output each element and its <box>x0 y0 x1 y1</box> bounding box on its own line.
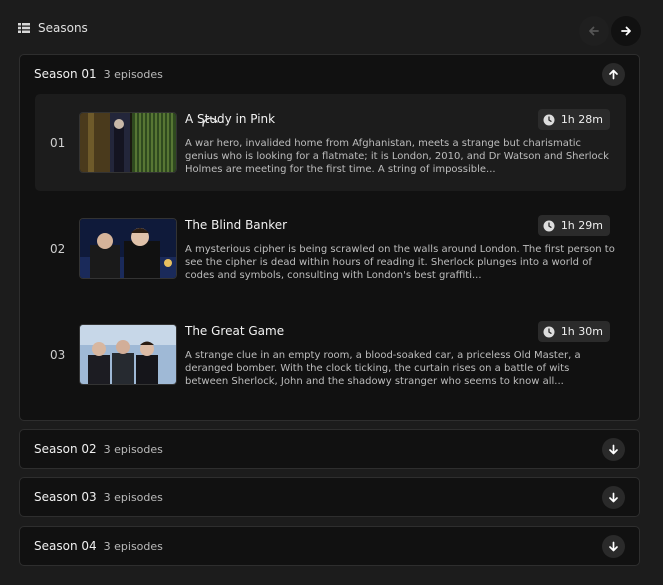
expand-season-button[interactable] <box>602 486 625 509</box>
season-header[interactable]: Season 02 3 episodes <box>34 430 163 468</box>
seasons-title: Seasons <box>38 21 88 35</box>
clock-icon <box>543 114 555 125</box>
episode-title: The Blind Banker <box>185 218 288 232</box>
expand-season-button[interactable] <box>602 535 625 558</box>
season-title: Season 03 <box>34 490 97 504</box>
episode-count: 3 episodes <box>103 442 163 456</box>
expand-season-button[interactable] <box>602 438 625 461</box>
seasons-header: Seasons <box>18 16 643 46</box>
episode-thumbnail <box>79 112 177 173</box>
arrow-up-icon <box>609 69 618 80</box>
episode-description: A war hero, invalided home from Afghanis… <box>185 138 609 175</box>
duration-text: 1h 29m <box>560 219 603 232</box>
grid-list-icon <box>18 23 30 33</box>
duration-badge: 1h 30m <box>537 321 610 342</box>
episode-number: 02 <box>50 241 66 256</box>
episode-count: 3 episodes <box>103 67 163 81</box>
season-title: Season 01 <box>34 67 97 81</box>
next-button[interactable] <box>611 16 641 46</box>
collapse-season-button[interactable] <box>602 63 625 86</box>
duration-text: 1h 30m <box>560 325 603 338</box>
duration-text: 1h 28m <box>560 113 603 126</box>
arrow-down-icon <box>609 492 618 503</box>
episode-description: A mysterious cipher is being scrawled on… <box>185 244 615 281</box>
seasons-heading: Seasons <box>18 21 88 35</box>
episode-count: 3 episodes <box>103 539 163 553</box>
episode-count: 3 episodes <box>103 490 163 504</box>
season-04-panel[interactable]: Season 04 3 episodes <box>19 526 640 566</box>
episode-row[interactable]: 02 The Blind Banker 1h 29m A mysterious … <box>35 200 626 297</box>
duration-badge: 1h 29m <box>537 215 610 236</box>
seasons-panel: Seasons Season 01 3 episodes 01 A Study … <box>0 0 663 585</box>
episode-thumbnail <box>79 324 177 385</box>
arrow-right-icon <box>621 26 631 36</box>
episode-title: A Study in Pink <box>185 112 276 126</box>
season-header[interactable]: Season 01 3 episodes <box>34 55 163 93</box>
duration-badge: 1h 28m <box>537 109 610 130</box>
loading-spinner-icon <box>202 117 218 127</box>
season-title: Season 04 <box>34 539 97 553</box>
episode-number: 03 <box>50 347 66 362</box>
arrow-down-icon <box>609 444 618 455</box>
arrow-left-icon <box>589 26 599 36</box>
season-02-panel[interactable]: Season 02 3 episodes <box>19 429 640 469</box>
episode-thumbnail <box>79 218 177 279</box>
season-01-panel: Season 01 3 episodes 01 A Study in Pink … <box>19 54 640 421</box>
season-header[interactable]: Season 03 3 episodes <box>34 478 163 516</box>
season-header[interactable]: Season 04 3 episodes <box>34 527 163 565</box>
episode-row[interactable]: 01 A Study in Pink 1h 28m A war hero, in… <box>35 94 626 191</box>
episode-title: The Great Game <box>185 324 285 338</box>
season-title: Season 02 <box>34 442 97 456</box>
season-03-panel[interactable]: Season 03 3 episodes <box>19 477 640 517</box>
arrow-down-icon <box>609 541 618 552</box>
episode-description: A strange clue in an empty room, a blood… <box>185 350 581 387</box>
previous-button[interactable] <box>579 16 609 46</box>
clock-icon <box>543 220 555 231</box>
episode-number: 01 <box>50 135 66 150</box>
episode-row[interactable]: 03 The Great Game 1h 30m A strange clue … <box>35 306 626 403</box>
clock-icon <box>543 326 555 337</box>
